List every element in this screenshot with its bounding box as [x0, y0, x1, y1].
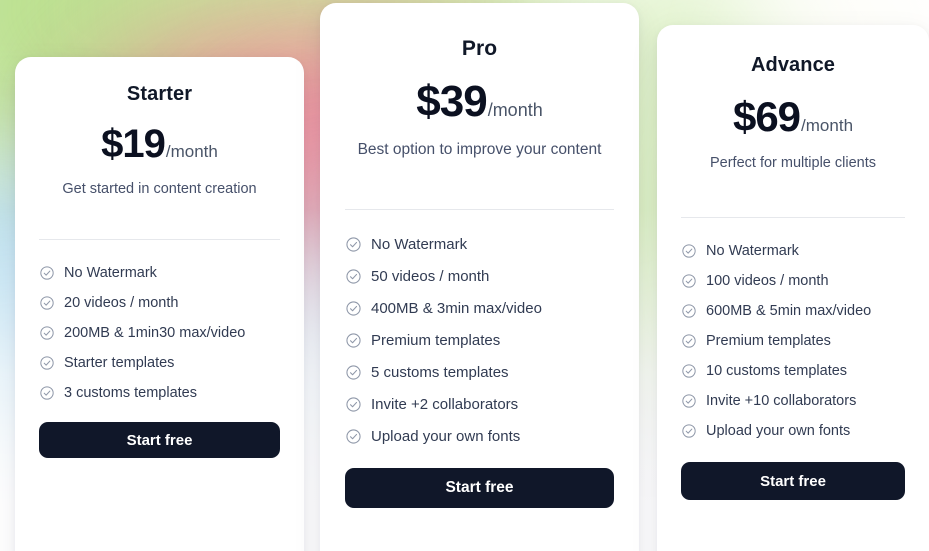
feature-item: Invite +10 collaborators	[681, 386, 905, 416]
feature-list: No Watermark 50 videos / month 400MB & 3mi…	[345, 228, 614, 452]
feature-item: 400MB & 3min max/video	[345, 292, 614, 324]
feature-label: Upload your own fonts	[371, 427, 521, 445]
check-circle-icon	[346, 300, 361, 316]
feature-item: 20 videos / month	[39, 288, 280, 318]
plan-tagline: Get started in content creation	[62, 181, 257, 197]
price-amount: $39	[416, 77, 487, 126]
price-period: /month	[801, 116, 854, 135]
plan-price: $19 /month	[39, 122, 280, 167]
feature-label: No Watermark	[371, 235, 468, 253]
feature-item: 100 videos / month	[681, 266, 905, 296]
card-divider	[39, 239, 280, 240]
feature-label: 100 videos / month	[706, 273, 829, 289]
check-circle-icon	[40, 326, 54, 340]
feature-label: Invite +10 collaborators	[706, 393, 857, 409]
feature-label: No Watermark	[706, 243, 799, 259]
feature-item: 600MB & 5min max/video	[681, 296, 905, 326]
plan-name: Pro	[461, 37, 498, 60]
check-circle-icon	[682, 244, 696, 258]
check-circle-icon	[346, 332, 361, 348]
feature-item: Starter templates	[39, 348, 280, 378]
price-amount: $19	[101, 122, 166, 166]
check-circle-icon	[682, 424, 696, 438]
feature-label: Premium templates	[706, 333, 831, 349]
plan-price: $39 /month	[345, 77, 614, 127]
plan-price: $69 /month	[681, 93, 905, 141]
feature-item: No Watermark	[681, 236, 905, 266]
check-circle-icon	[346, 268, 361, 284]
feature-item: 3 customs templates	[39, 378, 280, 408]
check-circle-icon	[682, 394, 696, 408]
price-amount: $69	[732, 93, 801, 140]
plan-tagline: Best option to improve your content	[357, 141, 602, 158]
check-circle-icon	[346, 428, 361, 444]
check-circle-icon	[346, 236, 361, 252]
start-free-button-starter[interactable]: Start free	[39, 422, 280, 458]
feature-item: 50 videos / month	[345, 260, 614, 292]
feature-label: Premium templates	[371, 331, 501, 349]
feature-item: No Watermark	[345, 228, 614, 260]
feature-label: 3 customs templates	[64, 385, 197, 401]
plan-tagline: Perfect for multiple clients	[709, 155, 876, 171]
check-circle-icon	[682, 364, 696, 378]
feature-label: 400MB & 3min max/video	[371, 299, 542, 317]
check-circle-icon	[40, 296, 54, 310]
feature-label: No Watermark	[64, 265, 157, 281]
plan-name: Advance	[750, 54, 836, 76]
start-free-button-advance[interactable]: Start free	[681, 462, 905, 500]
feature-label: 20 videos / month	[64, 295, 179, 311]
check-circle-icon	[346, 396, 361, 412]
check-circle-icon	[346, 364, 361, 380]
pricing-card-advance: Advance $69 /month Perfect for multiple …	[657, 25, 929, 551]
feature-label: 50 videos / month	[371, 267, 490, 285]
feature-label: 5 customs templates	[371, 363, 509, 381]
plan-name: Starter	[126, 83, 193, 105]
card-divider	[681, 217, 905, 218]
feature-label: 10 customs templates	[706, 363, 848, 379]
card-divider	[345, 209, 614, 210]
feature-item: Invite +2 collaborators	[345, 388, 614, 420]
feature-list: No Watermark 20 videos / month 200MB & 1mi…	[39, 258, 280, 408]
pricing-card-pro: Pro $39 /month Best option to improve yo…	[320, 3, 639, 551]
feature-label: Upload your own fonts	[706, 423, 851, 439]
feature-list: No Watermark 100 videos / month 600MB & 5m…	[681, 236, 905, 446]
pricing-cards-container: Starter $19 /month Get started in conten…	[0, 0, 929, 551]
feature-item: 200MB & 1min30 max/video	[39, 318, 280, 348]
feature-item: Upload your own fonts	[681, 416, 905, 446]
check-circle-icon	[682, 274, 696, 288]
feature-label: Invite +2 collaborators	[371, 395, 519, 413]
price-period: /month	[165, 142, 218, 161]
start-free-button-pro[interactable]: Start free	[345, 468, 614, 508]
check-circle-icon	[682, 334, 696, 348]
check-circle-icon	[682, 304, 696, 318]
feature-label: 600MB & 5min max/video	[706, 303, 872, 319]
feature-item: Premium templates	[681, 326, 905, 356]
feature-label: 200MB & 1min30 max/video	[64, 325, 246, 341]
feature-item: No Watermark	[39, 258, 280, 288]
feature-item: Premium templates	[345, 324, 614, 356]
price-period: /month	[487, 100, 543, 120]
feature-item: 10 customs templates	[681, 356, 905, 386]
pricing-card-starter: Starter $19 /month Get started in conten…	[15, 57, 304, 551]
check-circle-icon	[40, 386, 54, 400]
feature-item: Upload your own fonts	[345, 420, 614, 452]
feature-label: Starter templates	[64, 355, 175, 371]
check-circle-icon	[40, 266, 54, 280]
check-circle-icon	[40, 356, 54, 370]
feature-item: 5 customs templates	[345, 356, 614, 388]
